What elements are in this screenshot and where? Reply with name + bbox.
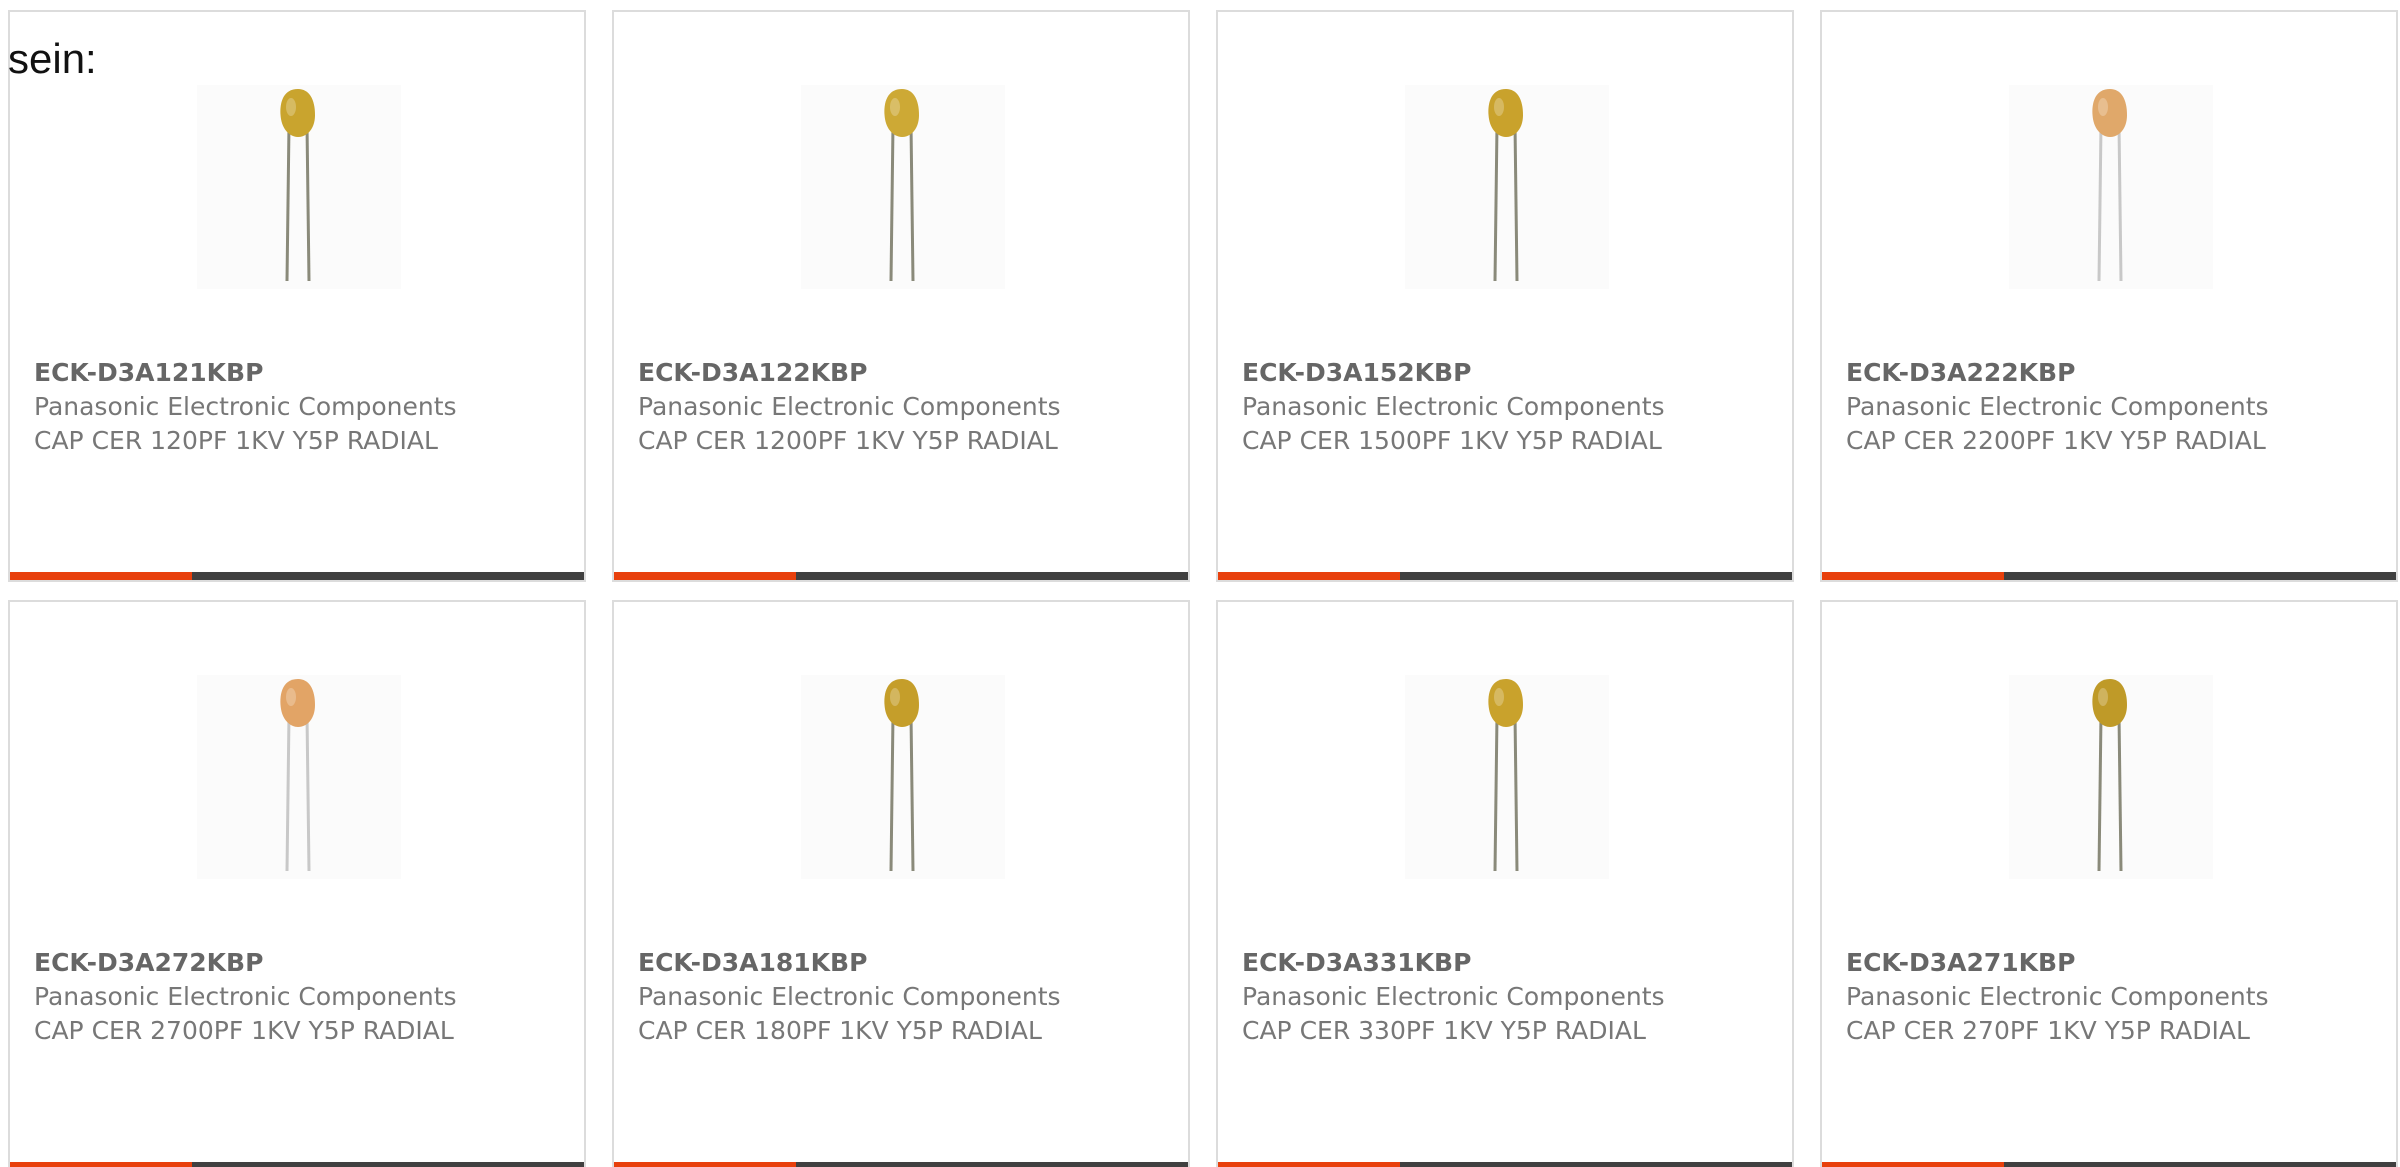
capacitor-lead-right bbox=[2117, 124, 2123, 282]
card-bottom-bar bbox=[1822, 1162, 2396, 1167]
product-image[interactable] bbox=[197, 675, 401, 879]
part-number[interactable]: ECK-D3A152KBP bbox=[1242, 356, 1712, 390]
product-grid-page: sein: ECK-D3A121KBP Panasonic Electronic… bbox=[0, 0, 2400, 1167]
product-description: CAP CER 2200PF 1KV Y5P RADIAL bbox=[1846, 426, 2266, 455]
capacitor-body bbox=[280, 89, 315, 137]
product-description: CAP CER 1500PF 1KV Y5P RADIAL bbox=[1242, 426, 1662, 455]
card-bar-accent bbox=[614, 572, 796, 580]
capacitor-highlight bbox=[890, 98, 900, 116]
card-bar-accent bbox=[10, 1162, 192, 1167]
product-card[interactable]: ECK-D3A272KBP Panasonic Electronic Compo… bbox=[8, 600, 586, 1167]
capacitor-lead-right bbox=[909, 714, 915, 872]
product-image[interactable] bbox=[1405, 675, 1609, 879]
capacitor-lead-left bbox=[889, 714, 895, 872]
lead-text: sein: bbox=[8, 35, 97, 82]
capacitor-highlight bbox=[1494, 98, 1504, 116]
capacitor-lead-left bbox=[1493, 714, 1499, 872]
product-card[interactable]: ECK-D3A271KBP Panasonic Electronic Compo… bbox=[1820, 600, 2398, 1167]
capacitor-body bbox=[1488, 679, 1523, 727]
ceramic-disc-capacitor-icon bbox=[1488, 679, 1523, 872]
capacitor-lead-left bbox=[285, 714, 291, 872]
ceramic-disc-capacitor-icon bbox=[280, 89, 315, 282]
product-card[interactable]: ECK-D3A222KBP Panasonic Electronic Compo… bbox=[1820, 10, 2398, 582]
card-bar-accent bbox=[1822, 1162, 2004, 1167]
manufacturer-name: Panasonic Electronic Components bbox=[1242, 392, 1665, 421]
manufacturer-name: Panasonic Electronic Components bbox=[1242, 982, 1665, 1011]
product-image[interactable] bbox=[1405, 85, 1609, 289]
capacitor-body bbox=[1488, 89, 1523, 137]
product-card[interactable]: ECK-D3A331KBP Panasonic Electronic Compo… bbox=[1216, 600, 1794, 1167]
part-number[interactable]: ECK-D3A272KBP bbox=[34, 946, 504, 980]
ceramic-disc-capacitor-icon bbox=[2092, 89, 2127, 282]
product-description: CAP CER 1200PF 1KV Y5P RADIAL bbox=[638, 426, 1058, 455]
capacitor-lead-left bbox=[1493, 124, 1499, 282]
product-card[interactable]: ECK-D3A181KBP Panasonic Electronic Compo… bbox=[612, 600, 1190, 1167]
capacitor-body bbox=[280, 679, 315, 727]
product-image[interactable] bbox=[2009, 675, 2213, 879]
card-bottom-bar bbox=[1218, 1162, 1792, 1167]
capacitor-lead-right bbox=[1513, 714, 1519, 872]
product-description: CAP CER 330PF 1KV Y5P RADIAL bbox=[1242, 1016, 1646, 1045]
part-number[interactable]: ECK-D3A121KBP bbox=[34, 356, 504, 390]
capacitor-highlight bbox=[2098, 688, 2108, 706]
product-card[interactable]: ECK-D3A152KBP Panasonic Electronic Compo… bbox=[1216, 10, 1794, 582]
capacitor-body bbox=[884, 679, 919, 727]
card-bottom-bar bbox=[1822, 572, 2396, 580]
part-number[interactable]: ECK-D3A122KBP bbox=[638, 356, 1108, 390]
product-image[interactable] bbox=[801, 675, 1005, 879]
card-bar-accent bbox=[10, 572, 192, 580]
card-bottom-bar bbox=[10, 572, 584, 580]
capacitor-lead-right bbox=[2117, 714, 2123, 872]
product-description: CAP CER 2700PF 1KV Y5P RADIAL bbox=[34, 1016, 454, 1045]
capacitor-lead-left bbox=[285, 124, 291, 282]
card-bar-accent bbox=[1822, 572, 2004, 580]
manufacturer-name: Panasonic Electronic Components bbox=[34, 982, 457, 1011]
capacitor-lead-right bbox=[305, 714, 311, 872]
ceramic-disc-capacitor-icon bbox=[2092, 679, 2127, 872]
card-bottom-bar bbox=[614, 1162, 1188, 1167]
ceramic-disc-capacitor-icon bbox=[884, 89, 919, 282]
capacitor-body bbox=[884, 89, 919, 137]
capacitor-lead-right bbox=[305, 124, 311, 282]
manufacturer-name: Panasonic Electronic Components bbox=[1846, 392, 2269, 421]
part-number[interactable]: ECK-D3A222KBP bbox=[1846, 356, 2316, 390]
ceramic-disc-capacitor-icon bbox=[280, 679, 315, 872]
capacitor-highlight bbox=[286, 98, 296, 116]
card-bar-accent bbox=[614, 1162, 796, 1167]
capacitor-highlight bbox=[286, 688, 296, 706]
capacitor-highlight bbox=[890, 688, 900, 706]
manufacturer-name: Panasonic Electronic Components bbox=[638, 982, 1061, 1011]
ceramic-disc-capacitor-icon bbox=[1488, 89, 1523, 282]
capacitor-lead-right bbox=[909, 124, 915, 282]
card-bottom-bar bbox=[614, 572, 1188, 580]
card-bottom-bar bbox=[1218, 572, 1792, 580]
product-image[interactable] bbox=[2009, 85, 2213, 289]
product-description: CAP CER 120PF 1KV Y5P RADIAL bbox=[34, 426, 438, 455]
capacitor-highlight bbox=[2098, 98, 2108, 116]
manufacturer-name: Panasonic Electronic Components bbox=[638, 392, 1061, 421]
product-image[interactable] bbox=[197, 85, 401, 289]
product-card[interactable]: ECK-D3A121KBP Panasonic Electronic Compo… bbox=[8, 10, 586, 582]
ceramic-disc-capacitor-icon bbox=[884, 679, 919, 872]
product-description: CAP CER 180PF 1KV Y5P RADIAL bbox=[638, 1016, 1042, 1045]
product-card[interactable]: ECK-D3A122KBP Panasonic Electronic Compo… bbox=[612, 10, 1190, 582]
card-bar-accent bbox=[1218, 572, 1400, 580]
capacitor-lead-left bbox=[889, 124, 895, 282]
capacitor-body bbox=[2092, 89, 2127, 137]
part-number[interactable]: ECK-D3A181KBP bbox=[638, 946, 1108, 980]
capacitor-lead-left bbox=[2097, 714, 2103, 872]
manufacturer-name: Panasonic Electronic Components bbox=[34, 392, 457, 421]
card-bottom-bar bbox=[10, 1162, 584, 1167]
capacitor-lead-left bbox=[2097, 124, 2103, 282]
capacitor-highlight bbox=[1494, 688, 1504, 706]
part-number[interactable]: ECK-D3A271KBP bbox=[1846, 946, 2316, 980]
capacitor-lead-right bbox=[1513, 124, 1519, 282]
manufacturer-name: Panasonic Electronic Components bbox=[1846, 982, 2269, 1011]
capacitor-body bbox=[2092, 679, 2127, 727]
product-image[interactable] bbox=[801, 85, 1005, 289]
card-bar-accent bbox=[1218, 1162, 1400, 1167]
product-description: CAP CER 270PF 1KV Y5P RADIAL bbox=[1846, 1016, 2250, 1045]
part-number[interactable]: ECK-D3A331KBP bbox=[1242, 946, 1712, 980]
